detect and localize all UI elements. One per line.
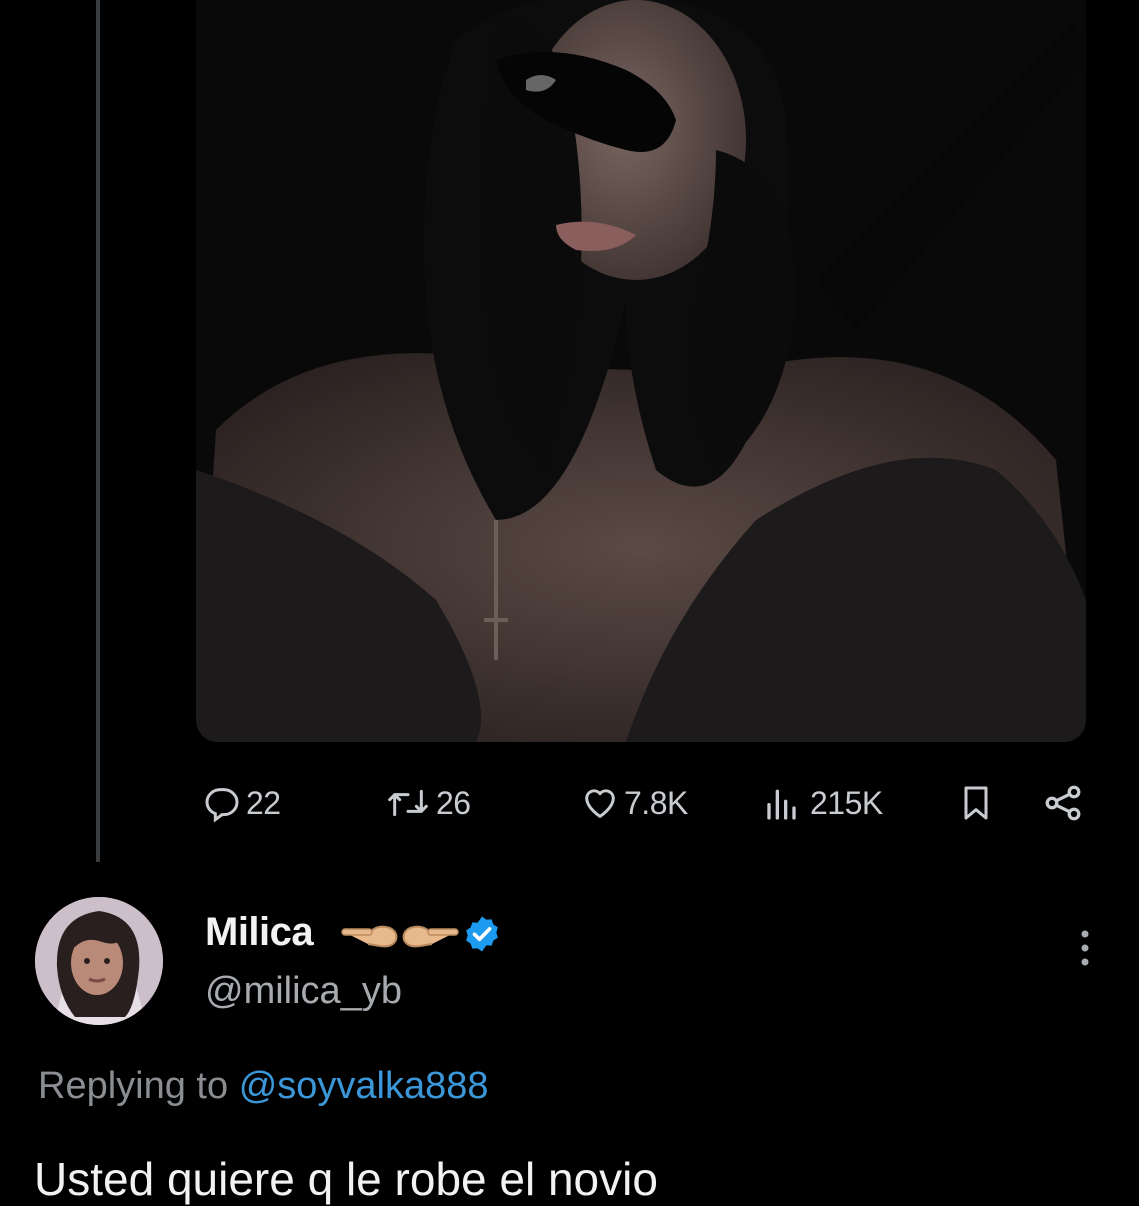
pointing-hands-emoji bbox=[341, 925, 459, 948]
bookmark-button[interactable] bbox=[956, 778, 996, 828]
tweet-media-photo[interactable] bbox=[196, 0, 1086, 742]
thread-connector-line bbox=[96, 0, 100, 862]
share-button[interactable] bbox=[1041, 778, 1085, 828]
replying-to-label: Replying to bbox=[38, 1065, 229, 1107]
display-name[interactable]: Milica bbox=[205, 910, 314, 955]
reply-count: 22 bbox=[246, 784, 281, 821]
tweet-action-bar: 22 26 7.8K 215K bbox=[196, 778, 1088, 828]
views-button[interactable]: 215K bbox=[762, 778, 883, 828]
bookmark-icon bbox=[964, 786, 988, 820]
retweet-count: 26 bbox=[436, 784, 471, 821]
views-count: 215K bbox=[810, 784, 883, 821]
user-handle[interactable]: @milica_yb bbox=[205, 970, 402, 1013]
reply-text: Usted quiere q le robe el novio bbox=[34, 1153, 658, 1205]
share-icon bbox=[1045, 785, 1081, 821]
retweet-button[interactable]: 26 bbox=[384, 778, 471, 828]
avatar-photo bbox=[35, 897, 163, 1025]
views-icon bbox=[767, 789, 796, 820]
avatar[interactable] bbox=[35, 897, 163, 1025]
reply-tweet: Milica @milica_yb Replying to @soyvalka8… bbox=[0, 880, 1139, 1205]
verified-badge-icon bbox=[466, 916, 498, 952]
retweet-icon bbox=[388, 789, 428, 817]
like-count: 7.8K bbox=[624, 784, 688, 821]
photo-illustration bbox=[196, 0, 1086, 742]
replying-to-line: Replying to @soyvalka888 bbox=[38, 1065, 489, 1108]
reply-button[interactable]: 22 bbox=[202, 778, 281, 828]
replying-to-mention[interactable]: @soyvalka888 bbox=[239, 1065, 489, 1107]
reply-icon bbox=[205, 788, 239, 823]
like-button[interactable]: 7.8K bbox=[580, 778, 688, 828]
like-icon bbox=[585, 789, 615, 818]
more-options-icon[interactable] bbox=[1070, 926, 1100, 970]
